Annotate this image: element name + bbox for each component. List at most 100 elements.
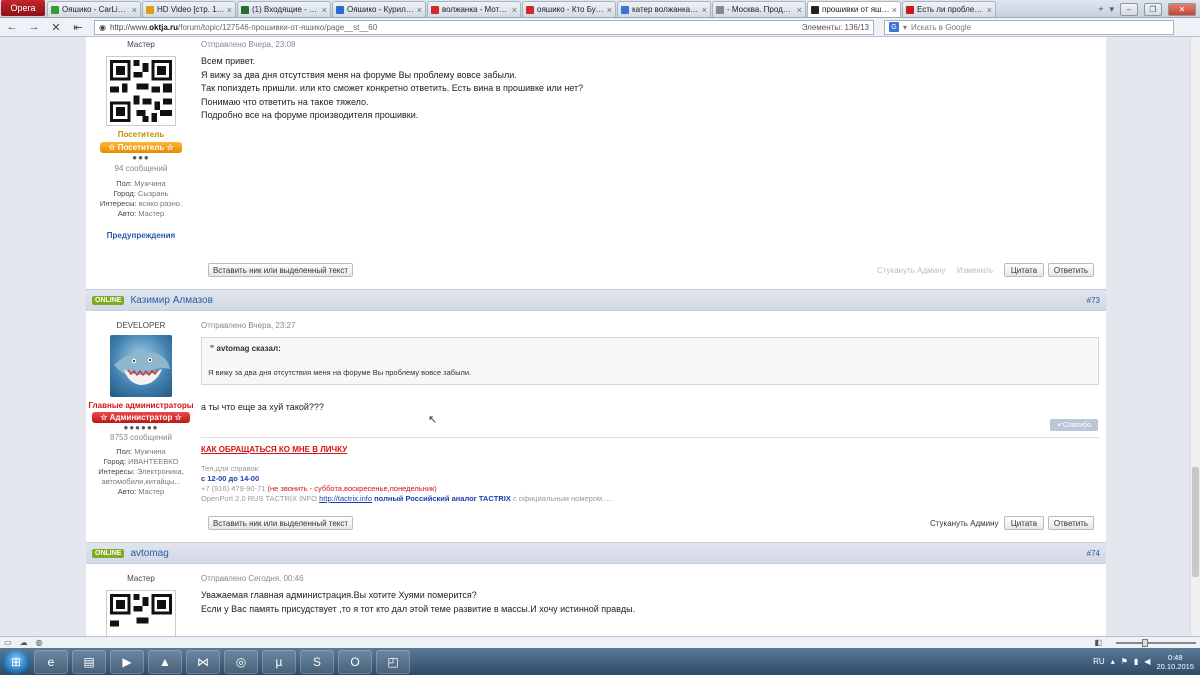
quote-block: ❞ avtomag сказал: Я вижу за два дня отсу… — [201, 337, 1099, 385]
tab-list-icon[interactable]: ▾ — [1109, 4, 1114, 15]
clock[interactable]: 0:48 20.10.2015 — [1156, 653, 1194, 671]
quote-button[interactable]: Цитата — [1004, 516, 1044, 530]
tab-bar: Opera Ояшико - CarLine For...×HD Video [… — [0, 0, 1200, 18]
browser-tab[interactable]: прошивки от яшик... × — [807, 1, 901, 17]
qr-avatar[interactable] — [106, 590, 176, 636]
elements-counter: Элементы: 136/13 — [801, 22, 869, 32]
google-icon[interactable]: G — [889, 22, 899, 32]
opera-icon[interactable]: O — [338, 649, 372, 674]
qr-avatar[interactable] — [106, 56, 176, 126]
post-number-link[interactable]: #74 — [1087, 549, 1100, 558]
browser-tab[interactable]: HD Video [стр. 1] :: Ки...× — [142, 1, 236, 17]
rank-text: Посетитель — [117, 130, 165, 139]
edit-link[interactable]: Изменить — [957, 266, 993, 275]
quote-button[interactable]: Цитата — [1004, 263, 1044, 277]
view-icon[interactable]: ◧ — [1094, 638, 1102, 647]
address-field[interactable]: ◉ http://www.oktja.ru/forum/topic/127546… — [94, 19, 874, 35]
shark-avatar[interactable] — [110, 335, 172, 397]
tab-close-icon[interactable]: × — [227, 5, 232, 15]
post-text: а ты что еще за хуй такой??? — [201, 402, 324, 412]
tab-title: HD Video [стр. 1] :: Ки... — [157, 5, 225, 14]
ie-icon[interactable]: e — [34, 649, 68, 674]
opera-menu-button[interactable]: Opera — [1, 0, 45, 16]
forum-post: DEVELOPER Главные администраторы ☆ Админ… — [86, 317, 1106, 541]
back-icon[interactable]: ← — [6, 21, 18, 33]
close-window-button[interactable]: ✕ — [1168, 2, 1196, 16]
zoom-slider-knob[interactable] — [1142, 638, 1148, 647]
insert-nick-button[interactable]: Вставить ник или выделенный текст — [208, 263, 353, 277]
warnings-link[interactable]: Предупреждения — [107, 231, 175, 240]
post-date: Отправлено Вчера, 23:08 — [201, 40, 296, 49]
browser-tab[interactable]: волжанка - Моторны...× — [427, 1, 521, 17]
tab-close-icon[interactable]: × — [512, 5, 517, 15]
tab-title: - Москва. Продается ... — [727, 5, 795, 14]
report-admin-link[interactable]: Стукануть Админу — [930, 519, 999, 528]
skype-icon[interactable]: S — [300, 649, 334, 674]
browser-tab[interactable]: (1) Входящие - avtom...× — [237, 1, 331, 17]
user-title: DEVELOPER — [116, 321, 166, 330]
turbo-icon[interactable]: ◍ — [36, 638, 43, 647]
report-admin-link[interactable]: Стукануть Админу — [877, 266, 946, 275]
signature-title-link[interactable]: КАК ОБРАЩАТЬСЯ КО МНЕ В ЛИЧКУ — [201, 445, 613, 454]
utorrent-icon[interactable]: µ — [262, 649, 296, 674]
warning-app-icon[interactable]: ▲ — [148, 649, 182, 674]
zoom-slider[interactable] — [1116, 638, 1196, 647]
forum-post: Мастер Посетитель ☆ Посетитель ☆ ●●● 94 … — [86, 37, 1106, 287]
tabbar-controls: + ▾ – ❐ ✕ — [1098, 1, 1200, 17]
tactrix-link[interactable]: http://tactrix.info — [319, 494, 372, 503]
scrollbar-thumb[interactable] — [1192, 467, 1199, 577]
cursor-icon: ↖ — [428, 414, 438, 426]
panel-toggle-icon[interactable]: ▭ — [4, 638, 12, 647]
tab-close-icon[interactable]: × — [892, 5, 897, 15]
post-header: ONLINE Казимир Алмазов #73 — [86, 289, 1106, 311]
tab-close-icon[interactable]: × — [322, 5, 327, 15]
browser-tab[interactable]: - Москва. Продается ...× — [712, 1, 806, 17]
reply-button[interactable]: Ответить — [1048, 263, 1094, 277]
forward-icon[interactable]: → — [28, 21, 40, 33]
tab-close-icon[interactable]: × — [132, 5, 137, 15]
cloud-icon[interactable]: ☁ — [20, 638, 28, 647]
tab-close-icon[interactable]: × — [607, 5, 612, 15]
reply-button[interactable]: Ответить — [1048, 516, 1094, 530]
chrome-icon[interactable]: ◎ — [224, 649, 258, 674]
tab-close-icon[interactable]: × — [797, 5, 802, 15]
volume-icon[interactable]: ◀ — [1144, 657, 1150, 666]
explorer-folder-icon[interactable]: ▤ — [72, 649, 106, 674]
stop-icon[interactable]: ✕ — [50, 21, 62, 34]
page-scrollbar[interactable] — [1190, 37, 1200, 636]
tab-close-icon[interactable]: × — [987, 5, 992, 15]
tab-close-icon[interactable]: × — [702, 5, 707, 15]
language-indicator[interactable]: RU — [1093, 657, 1105, 666]
flag-icon[interactable]: ⚑ — [1121, 657, 1128, 666]
tab-close-icon[interactable]: × — [417, 5, 422, 15]
minimize-button[interactable]: – — [1120, 2, 1138, 16]
system-tray: RU ▴ ⚑ ▮ ◀ 0:48 20.10.2015 — [1093, 653, 1200, 671]
user-info: Пол: Мужчина Город: Сызрань Интересы: вс… — [99, 179, 183, 218]
app-window-icon[interactable]: ◰ — [376, 649, 410, 674]
tab-favicon-icon — [621, 5, 629, 14]
browser-tab[interactable]: Есть ли проблемы с ...× — [902, 1, 996, 17]
browser-tab[interactable]: Ояшико - Курилка - ...× — [332, 1, 426, 17]
start-button[interactable]: ⊞ — [2, 649, 30, 674]
insert-nick-button[interactable]: Вставить ник или выделенный текст — [208, 516, 353, 530]
browser-tab[interactable]: катер волжанка фор...× — [617, 1, 711, 17]
tab-title: Ояшико - CarLine For... — [62, 5, 130, 14]
visual-studio-icon[interactable]: ⋈ — [186, 649, 220, 674]
rank-badge: ☆ Администратор ☆ — [92, 412, 190, 423]
rewind-icon[interactable]: ⇤ — [72, 21, 84, 34]
post-number-link[interactable]: #73 — [1087, 296, 1100, 305]
search-field[interactable]: G ▾ Искать в Google — [884, 19, 1174, 35]
user-title: Мастер — [127, 574, 155, 583]
author-name-link[interactable]: Казимир Алмазов — [130, 295, 212, 306]
maximize-button[interactable]: ❐ — [1144, 2, 1162, 16]
author-name-link[interactable]: avtomag — [130, 548, 168, 559]
browser-tab[interactable]: ояшико - Кто Бухает ...× — [522, 1, 616, 17]
search-dropdown-icon[interactable]: ▾ — [903, 23, 907, 32]
network-icon[interactable]: ▮ — [1134, 657, 1138, 666]
browser-tab[interactable]: Ояшико - CarLine For...× — [47, 1, 141, 17]
page-info-icon[interactable]: ◉ — [99, 23, 106, 32]
thanks-button[interactable]: ✔ Спасибо — [1050, 419, 1098, 431]
media-player-icon[interactable]: ▶ — [110, 649, 144, 674]
tray-expand-icon[interactable]: ▴ — [1111, 657, 1115, 666]
new-tab-icon[interactable]: + — [1098, 4, 1103, 14]
